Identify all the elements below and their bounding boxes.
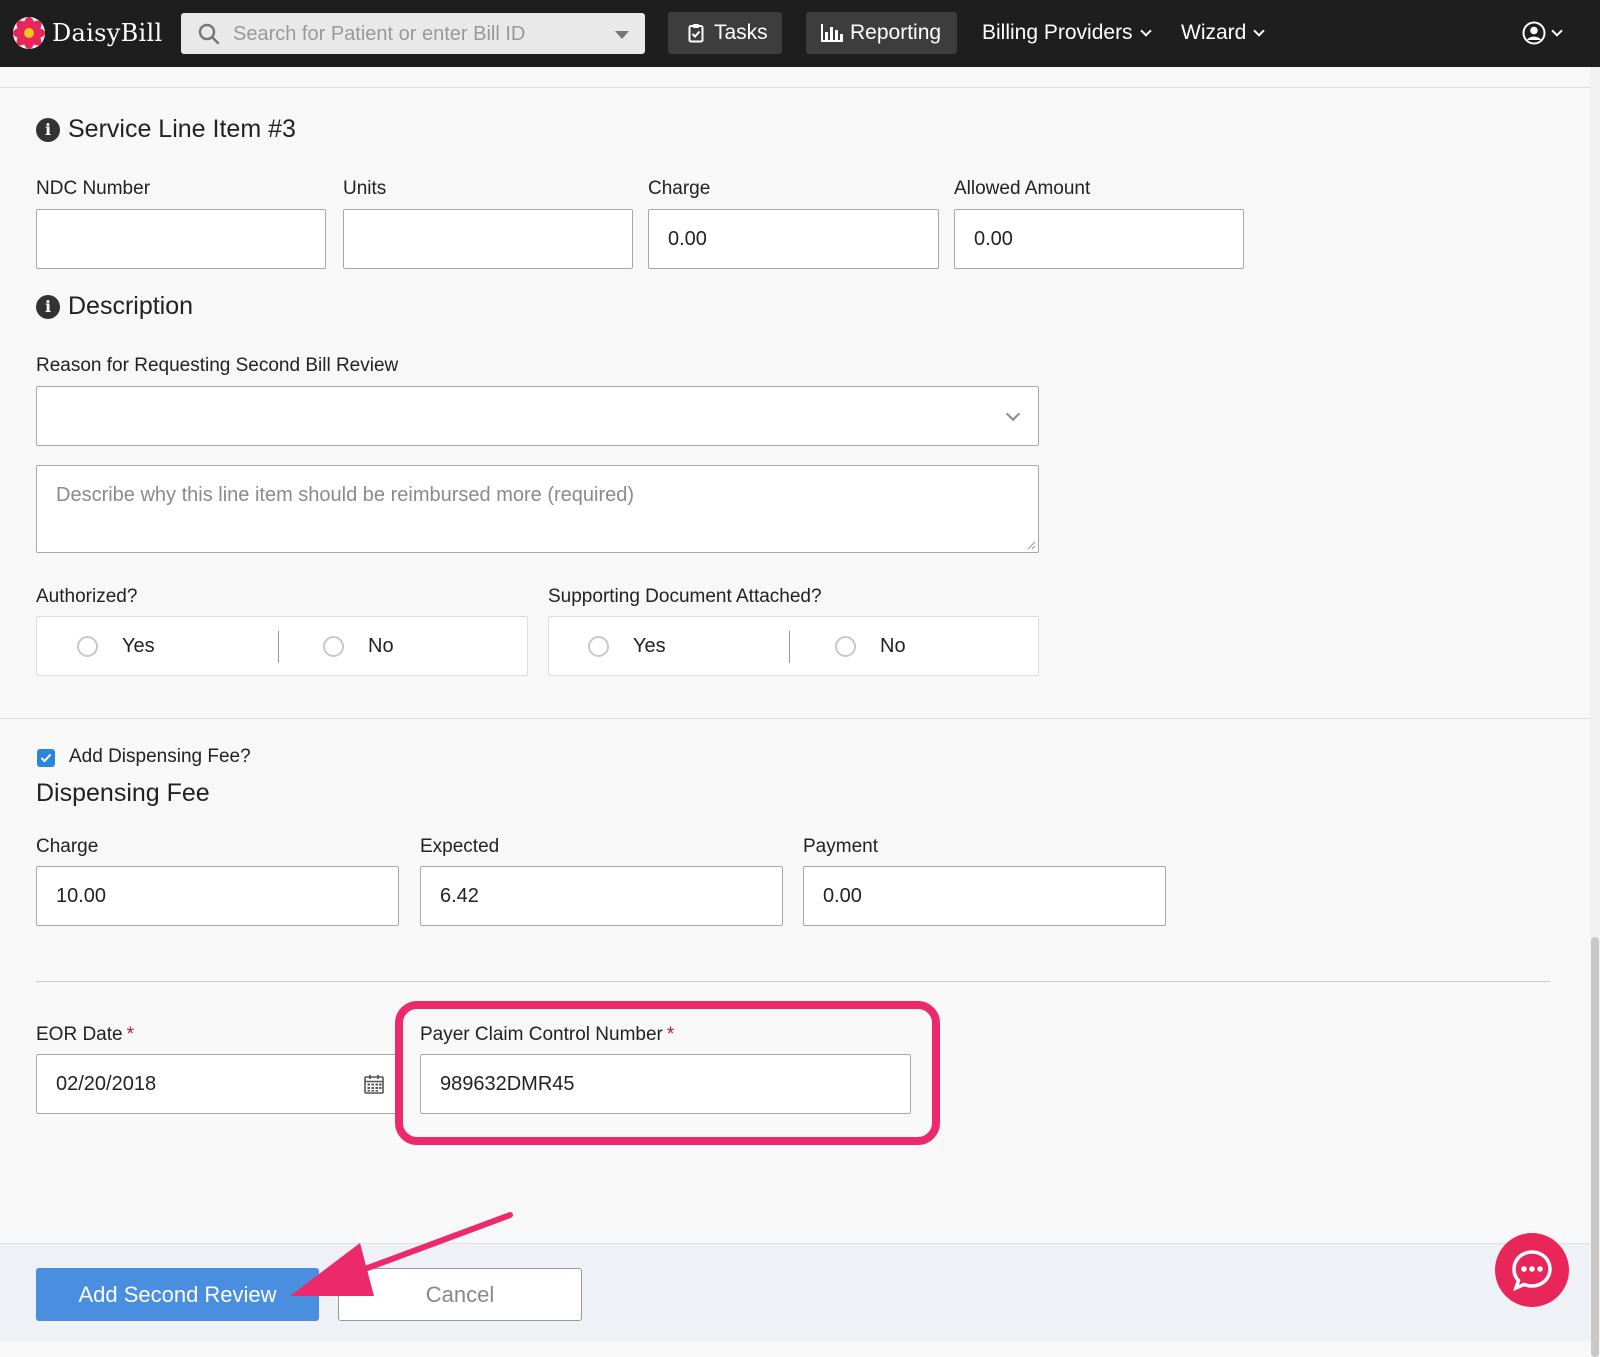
payment-input[interactable]: 0.00: [803, 866, 1166, 926]
textarea-placeholder: Describe why this line item should be re…: [56, 484, 635, 506]
chat-widget-button[interactable]: [1495, 1233, 1569, 1307]
user-circle-icon: [1522, 21, 1546, 45]
supporting-doc-label: Supporting Document Attached?: [548, 586, 822, 607]
caret-down-icon[interactable]: [615, 31, 629, 39]
radio-button[interactable]: [323, 635, 344, 657]
authorized-radio-group: Yes No: [36, 616, 528, 676]
chevron-down-icon: [1005, 406, 1021, 422]
divider: [0, 87, 1590, 88]
description-title: Description: [68, 292, 194, 320]
clipboard-check-icon: [688, 24, 704, 43]
radio-separator: [789, 631, 790, 663]
eor-date-label-text: EOR Date: [36, 1024, 123, 1045]
charge-input[interactable]: 0.00: [648, 209, 939, 269]
units-input[interactable]: [343, 209, 633, 269]
service-line-heading: i Service Line Item #3: [36, 115, 296, 144]
divider: [0, 718, 1590, 719]
expected-input[interactable]: 6.42: [420, 866, 783, 926]
chevron-down-icon: [1253, 24, 1266, 37]
scrollbar-thumb[interactable]: [1591, 937, 1599, 1357]
dispensing-fee-heading: Dispensing Fee: [36, 779, 210, 807]
info-icon[interactable]: i: [36, 294, 60, 319]
dispensing-fee-checkbox-label[interactable]: Add Dispensing Fee?: [69, 746, 251, 768]
description-textarea[interactable]: Describe why this line item should be re…: [36, 465, 1039, 553]
user-menu[interactable]: [1522, 12, 1563, 54]
supporting-yes-option[interactable]: Yes: [588, 617, 666, 675]
tasks-label: Tasks: [714, 21, 768, 44]
resize-handle-icon[interactable]: [1026, 540, 1036, 550]
checkmark-icon: [40, 753, 52, 763]
radio-button[interactable]: [77, 635, 98, 657]
chevron-down-icon: [1139, 24, 1152, 37]
eor-date-value: 02/20/2018: [56, 1072, 157, 1095]
reason-label: Reason for Requesting Second Bill Review: [36, 355, 399, 376]
reporting-label: Reporting: [850, 21, 942, 44]
patient-search[interactable]: Search for Patient or enter Bill ID: [181, 13, 645, 54]
radio-label: Yes: [122, 634, 155, 657]
top-navbar: DaisyBill Search for Patient or enter Bi…: [0, 0, 1600, 67]
cancel-button[interactable]: Cancel: [338, 1268, 582, 1321]
radio-label: No: [880, 634, 906, 657]
description-heading: i Description: [36, 292, 193, 321]
bar-chart-icon: [821, 24, 843, 42]
supporting-no-option[interactable]: No: [835, 617, 906, 675]
service-line-title: Service Line Item #3: [68, 115, 296, 143]
search-icon: [198, 23, 220, 45]
ndc-number-input[interactable]: [36, 209, 326, 269]
brand-logo[interactable]: DaisyBill: [12, 14, 162, 52]
brand-name: DaisyBill: [52, 19, 163, 47]
authorized-yes-option[interactable]: Yes: [77, 617, 155, 675]
calendar-icon[interactable]: [364, 1074, 384, 1094]
charge-label: Charge: [648, 178, 711, 199]
highlight-annotation: [395, 1001, 940, 1145]
units-label: Units: [343, 178, 387, 199]
chat-bubble-icon: [1512, 1250, 1552, 1292]
info-icon[interactable]: i: [36, 117, 60, 142]
dispensing-charge-label: Charge: [36, 836, 99, 857]
allowed-amount-input[interactable]: 0.00: [954, 209, 1244, 269]
expected-label: Expected: [420, 836, 500, 857]
supporting-doc-radio-group: Yes No: [548, 616, 1039, 676]
chevron-down-icon: [1551, 24, 1563, 37]
billing-providers-menu[interactable]: Billing Providers: [982, 12, 1152, 54]
reporting-button[interactable]: Reporting: [806, 12, 957, 54]
add-second-review-button[interactable]: Add Second Review: [36, 1268, 319, 1321]
wizard-menu[interactable]: Wizard: [1181, 12, 1266, 54]
allowed-amount-label: Allowed Amount: [954, 178, 1091, 199]
radio-label: No: [368, 634, 394, 657]
reason-select[interactable]: [36, 386, 1039, 446]
dispensing-fee-checkbox[interactable]: [37, 749, 55, 767]
billing-providers-label: Billing Providers: [982, 21, 1133, 44]
search-placeholder: Search for Patient or enter Bill ID: [233, 23, 526, 45]
dispensing-charge-input[interactable]: 10.00: [36, 866, 399, 926]
ndc-label: NDC Number: [36, 178, 151, 199]
radio-button[interactable]: [588, 635, 609, 657]
divider: [36, 981, 1550, 982]
daisy-logo-icon: [13, 17, 45, 49]
eor-date-label: EOR Date *: [36, 1024, 134, 1046]
radio-label: Yes: [633, 634, 666, 657]
authorized-label: Authorized?: [36, 586, 138, 607]
payment-label: Payment: [803, 836, 878, 857]
page-scrollbar[interactable]: [1590, 67, 1600, 1357]
required-marker: *: [126, 1024, 134, 1045]
radio-button[interactable]: [835, 635, 856, 657]
radio-separator: [278, 631, 279, 663]
authorized-no-option[interactable]: No: [323, 617, 394, 675]
eor-date-input[interactable]: 02/20/2018: [36, 1054, 399, 1114]
wizard-label: Wizard: [1181, 21, 1247, 44]
tasks-button[interactable]: Tasks: [668, 12, 782, 54]
